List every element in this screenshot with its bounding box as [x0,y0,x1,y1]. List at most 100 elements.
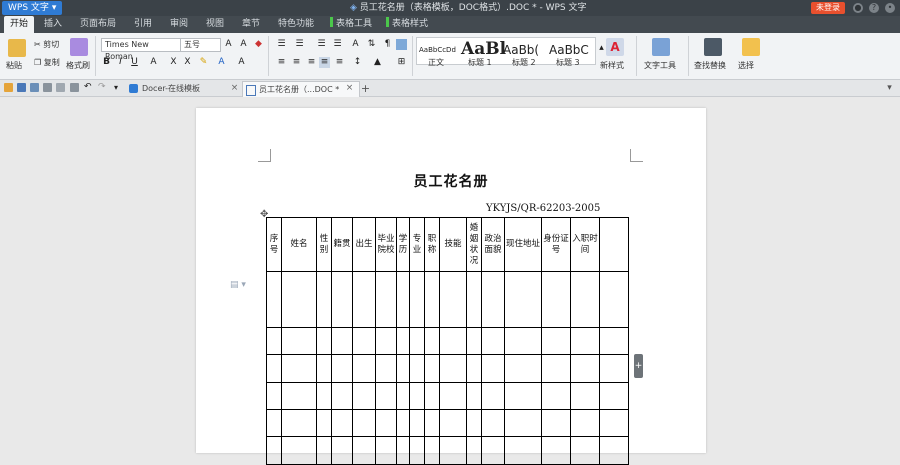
table-cell[interactable] [396,327,410,355]
print-icon[interactable] [43,83,52,92]
app-menu-button[interactable]: WPS 文字 ▾ [2,1,63,15]
header-cell[interactable]: 姓名 [281,217,317,272]
tab-page-layout[interactable]: 页面布局 [74,16,122,33]
table-cell[interactable] [481,382,505,410]
table-cell[interactable] [375,382,397,410]
table-cell[interactable] [504,354,542,383]
table-cell[interactable] [424,354,440,383]
table-cell[interactable] [281,327,317,355]
header-cell[interactable]: 职称 [424,217,440,272]
header-cell[interactable] [599,217,629,272]
table-cell[interactable] [331,354,353,383]
text-tools-icon[interactable] [652,38,670,56]
table-cell[interactable] [439,354,467,383]
italic-icon[interactable]: I [115,57,126,68]
close-tab-icon[interactable]: × [344,83,355,94]
style-preview-heading1[interactable]: AaBl [461,39,506,59]
tab-home[interactable]: 开始 [4,16,35,33]
header-cell[interactable]: 婚姻状况 [466,217,482,272]
table-cell[interactable] [352,382,376,410]
table-cell[interactable] [570,327,600,355]
help-icon[interactable]: ? [869,3,879,13]
table-cell[interactable] [466,354,482,383]
table-cell[interactable] [281,354,317,383]
table-cell[interactable] [541,271,571,328]
bullet-list-icon[interactable]: ☰ [276,39,287,50]
table-cell[interactable] [541,354,571,383]
find-replace-label[interactable]: 查找替换 [694,60,726,71]
table-cell[interactable] [541,436,571,465]
table-cell[interactable] [331,271,353,328]
export-pdf-icon[interactable] [30,83,39,92]
table-cell[interactable] [409,436,425,465]
tab-insert[interactable]: 插入 [38,16,68,33]
table-cell[interactable] [599,382,629,410]
style-preview-heading3[interactable]: AaBbC [549,43,589,57]
cut-button[interactable]: ✂ 剪切 [34,39,59,50]
table-cell[interactable] [316,409,332,437]
table-cell[interactable] [266,271,282,328]
table-cell[interactable] [396,382,410,410]
table-cell[interactable] [281,382,317,410]
distributed-icon[interactable]: ≡ [334,57,345,68]
font-size-select[interactable]: 五号 [180,38,221,52]
borders-icon[interactable] [396,39,407,50]
table-cell[interactable] [424,409,440,437]
table-cell[interactable] [570,382,600,410]
table-cell[interactable] [266,436,282,465]
document-heading[interactable]: 员工花名册 [196,171,706,191]
paste-options-icon[interactable]: ▤ ▾ [230,280,246,290]
table-cell[interactable] [439,436,467,465]
superscript-icon[interactable]: X [168,57,179,68]
close-tab-icon[interactable]: × [229,83,240,94]
settings-icon[interactable]: • [885,3,895,13]
tab-view[interactable]: 视图 [200,16,230,33]
table-cell[interactable] [481,327,505,355]
table-cell[interactable] [331,436,353,465]
header-cell[interactable]: 专业 [409,217,425,272]
tab-table-style[interactable]: 表格样式 [380,16,434,33]
tab-references[interactable]: 引用 [128,16,158,33]
header-cell[interactable]: 现住地址 [504,217,542,272]
increase-indent-icon[interactable]: ☰ [332,39,343,50]
table-cell[interactable] [424,327,440,355]
table-cell[interactable] [466,327,482,355]
table-cell[interactable] [570,436,600,465]
table-cell[interactable] [541,409,571,437]
format-painter-label[interactable]: 格式刷 [66,60,90,71]
style-preview-normal[interactable]: AaBbCcDd [419,46,456,54]
table-cell[interactable] [409,409,425,437]
binoculars-icon[interactable] [704,38,722,56]
justify-icon[interactable]: ≡ [319,57,330,68]
clear-format-icon[interactable]: ◆ [253,39,264,50]
align-center-icon[interactable]: ≡ [291,57,302,68]
tab-table-tools[interactable]: 表格工具 [324,16,378,33]
highlight-icon[interactable]: ✎ [198,57,209,68]
table-cell[interactable] [439,271,467,328]
table-cell[interactable] [352,354,376,383]
table-cell[interactable] [541,327,571,355]
table-cell[interactable] [281,409,317,437]
table-cell[interactable] [599,354,629,383]
tab-review[interactable]: 审阅 [164,16,194,33]
table-cell[interactable] [570,271,600,328]
table-cell[interactable] [504,271,542,328]
table-cell[interactable] [504,327,542,355]
table-cell[interactable] [541,382,571,410]
grow-font-icon[interactable]: A [223,39,234,50]
header-cell[interactable]: 出生 [352,217,376,272]
table-cell[interactable] [352,409,376,437]
format-painter-icon[interactable] [70,38,88,56]
align-right-icon[interactable]: ≡ [306,57,317,68]
table-cell[interactable] [439,382,467,410]
tab-active-document[interactable]: 员工花名册（...DOC * [242,81,360,97]
table-cell[interactable] [599,271,629,328]
table-cell[interactable] [599,409,629,437]
customize-chevron-icon[interactable]: ▾ [114,83,123,92]
tab-docer-templates[interactable]: Docer-在线模板 [126,81,242,96]
table-cell[interactable] [396,436,410,465]
table-border-icon[interactable]: ⊞ [396,57,407,68]
new-tab-icon[interactable]: + [360,83,371,94]
bold-icon[interactable]: B [101,57,112,68]
table-cell[interactable] [375,327,397,355]
